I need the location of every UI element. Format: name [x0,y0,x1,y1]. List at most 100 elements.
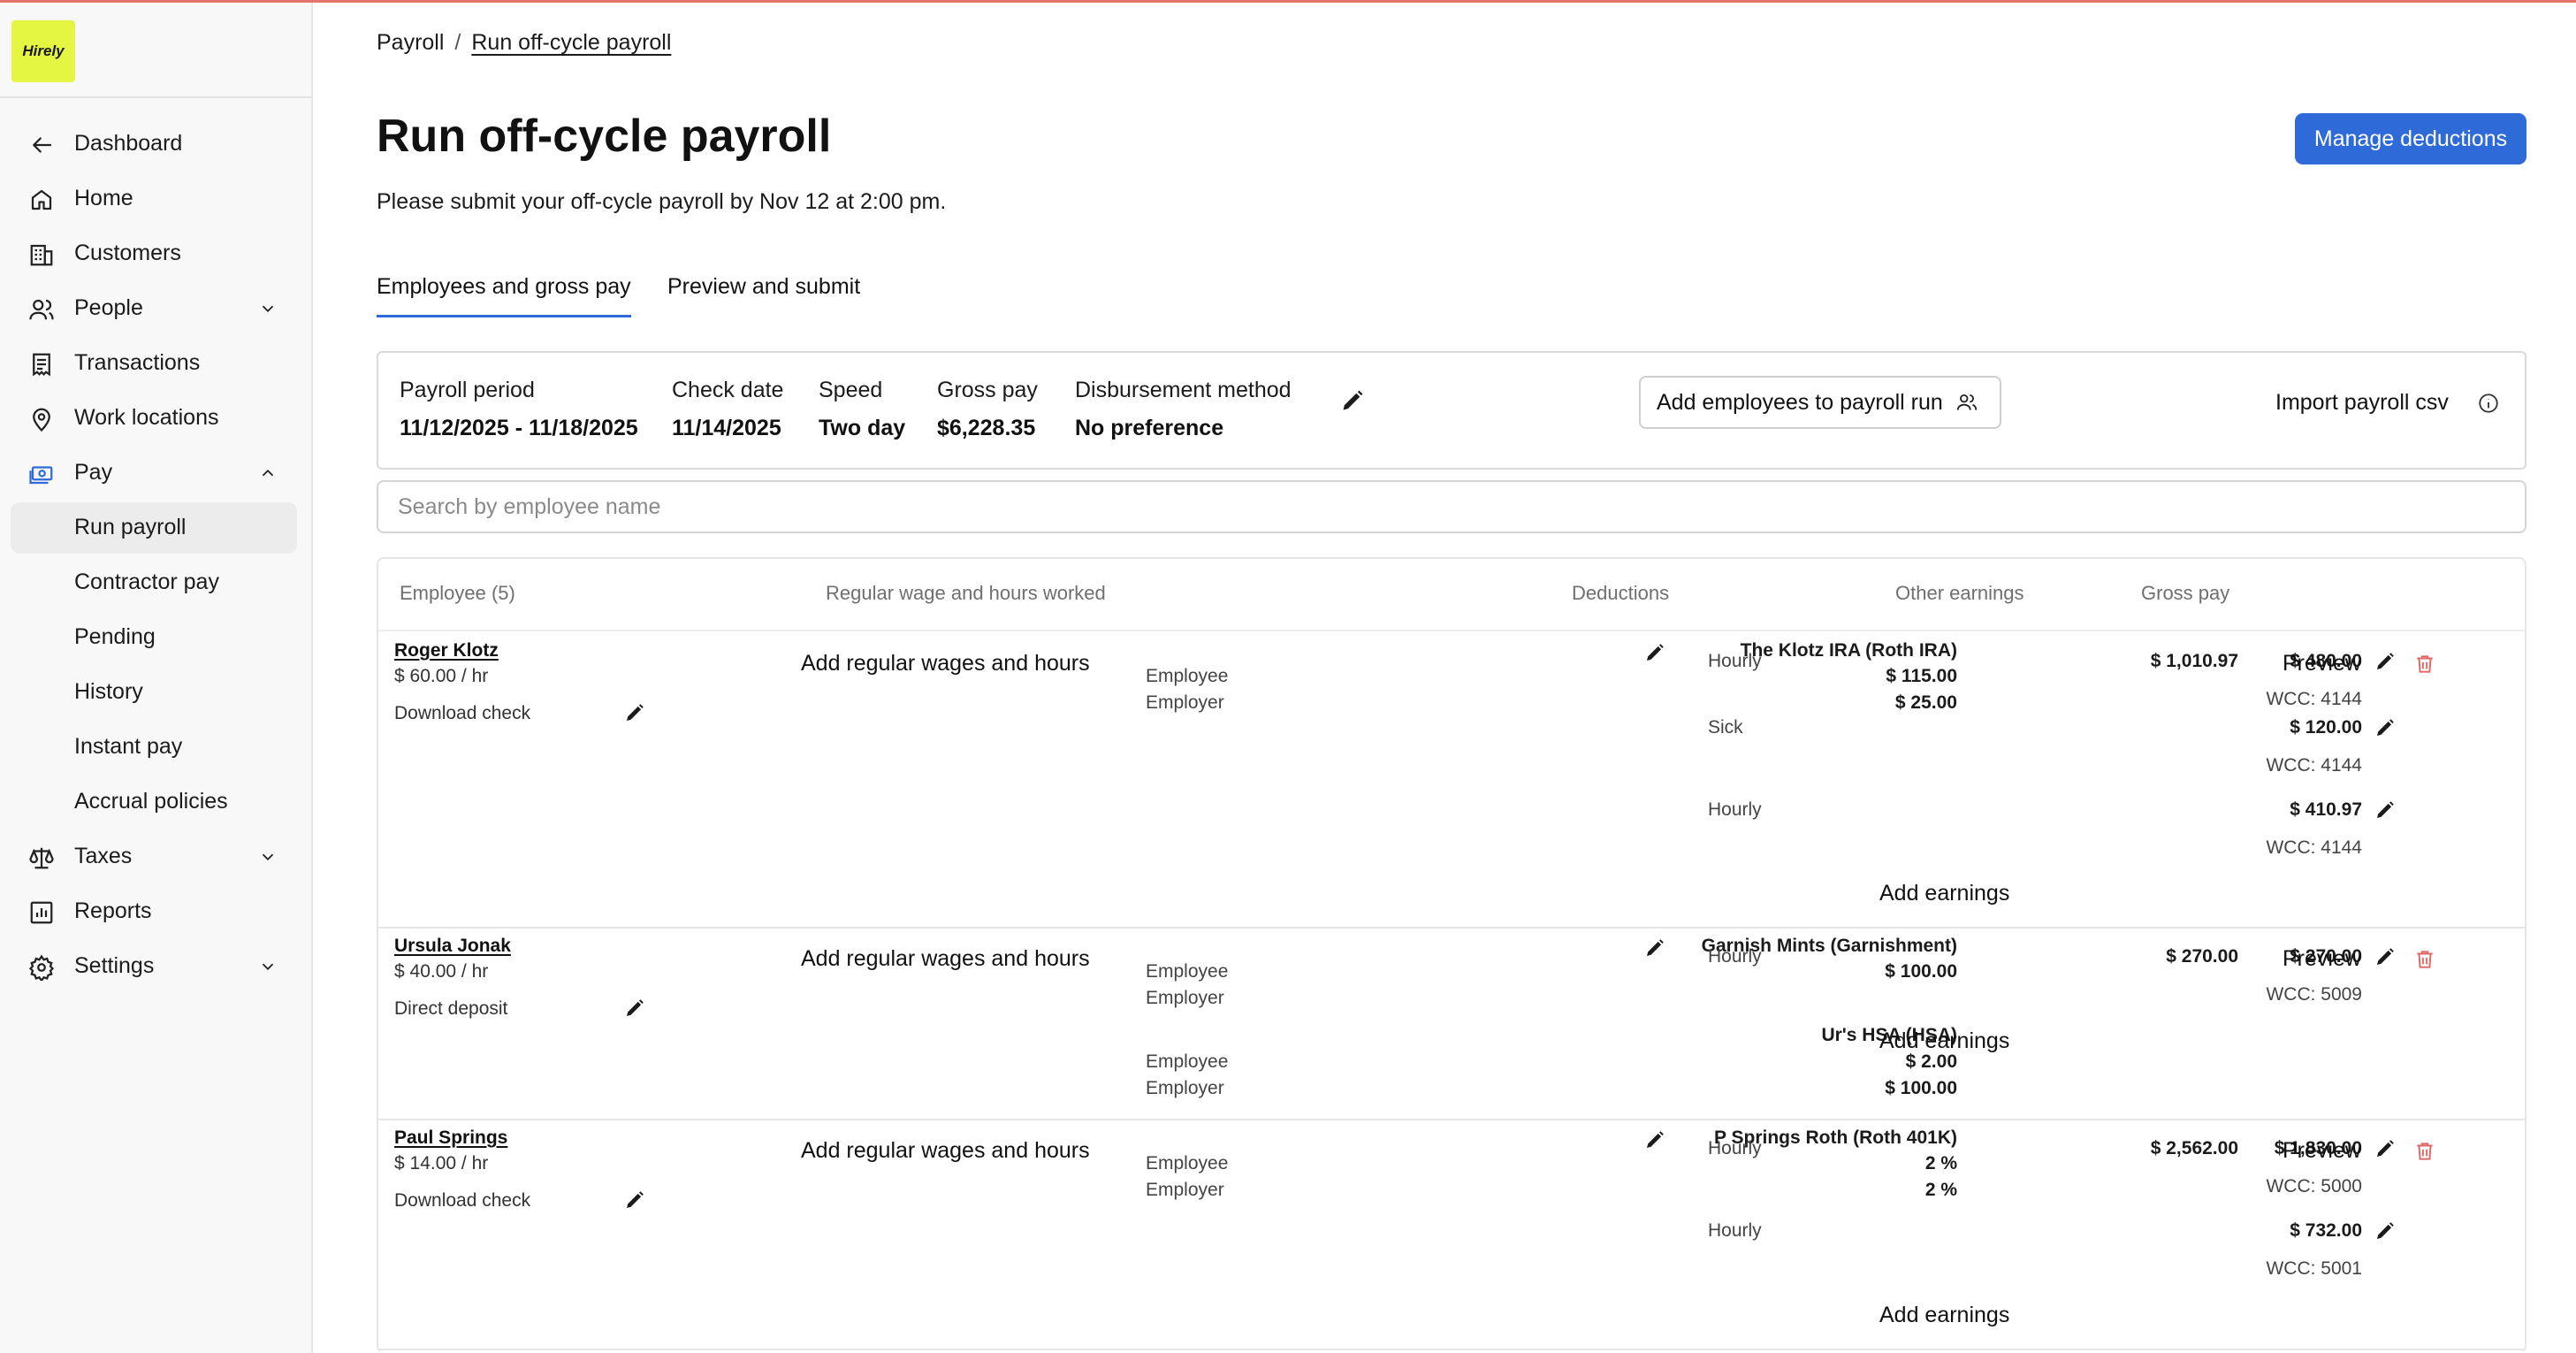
add-earnings-link[interactable]: Add earnings [1879,1303,2009,1328]
row-gross-pay: $ 2,562.00 [2150,1138,2238,1158]
preview-link[interactable]: Preview [2283,651,2361,676]
sidebar-item-people[interactable]: People [11,283,297,334]
earning-type: Hourly [1708,946,1762,967]
sidebar-item-home[interactable]: Home [11,173,297,225]
info-icon[interactable] [2477,392,2500,415]
edit-disbursement-pencil-icon[interactable] [1340,388,1365,413]
sidebar-item-customers[interactable]: Customers [11,228,297,279]
deduction-employer-value: $ 25.00 [1894,692,1957,713]
check-date-label: Check date [672,378,784,402]
edit-payment-pencil-icon[interactable] [624,702,645,723]
disbursement-method: Disbursement method No preference [1075,378,1292,441]
edit-deduction-pencil-icon[interactable] [1644,937,1665,959]
add-earnings-link[interactable]: Add earnings [1879,881,2009,906]
earning-type: Hourly [1708,1138,1762,1158]
sidebar-item-dashboard[interactable]: Dashboard [11,118,297,170]
sidebar-item-label: Taxes [74,844,133,868]
deduction-employee-label: Employee [1146,666,1229,686]
header-divider [378,630,2525,631]
edit-earning-pencil-icon[interactable] [2374,1138,2396,1159]
trash-icon[interactable] [2413,653,2436,676]
sidebar-item-accrual-policies[interactable]: Accrual policies [11,776,297,828]
breadcrumb-separator: / [454,30,461,55]
edit-earning-pencil-icon[interactable] [2374,651,2396,672]
sidebar-item-history[interactable]: History [11,667,297,718]
tab-preview-submit[interactable]: Preview and submit [667,274,860,300]
money-icon [29,466,53,485]
sidebar-item-label: Pending [74,624,156,649]
breadcrumb: Payroll / Run off-cycle payroll [377,30,671,56]
add-regular-wages-link[interactable]: Add regular wages and hours [801,1138,1090,1164]
sidebar-item-label: People [74,295,143,320]
header-regular: Regular wage and hours worked [826,582,1106,604]
chevron-down-icon [262,963,274,971]
sidebar-item-pay[interactable]: Pay [11,447,297,499]
header-employee: Employee (5) [400,582,515,604]
add-people-icon [1956,394,1978,410]
sidebar-item-taxes[interactable]: Taxes [11,831,297,883]
header-deductions: Deductions [1572,582,1670,604]
deduction-employee-value: $ 100.00 [1885,961,1957,982]
add-employees-button[interactable]: Add employees to payroll run [1639,376,2001,429]
employee-rate: $ 40.00 / hr [394,961,489,982]
trash-icon[interactable] [2413,1140,2436,1163]
deduction-employee-label: Employee [1146,1153,1229,1173]
disbursement-value: No preference [1075,416,1224,440]
earning-wcc: WCC: 5000 [2266,1176,2362,1196]
edit-earning-pencil-icon[interactable] [2374,1220,2396,1242]
sidebar-item-reports[interactable]: Reports [11,886,297,937]
employee-name[interactable]: Paul Springs [394,1128,507,1149]
preview-link[interactable]: Preview [2283,946,2361,972]
add-employees-label: Add employees to payroll run [1657,389,1943,415]
edit-payment-pencil-icon[interactable] [624,998,645,1019]
sidebar-item-label: History [74,679,143,704]
deduction-employer-label: Employer [1146,1078,1224,1098]
sidebar-item-instant-pay[interactable]: Instant pay [11,722,297,773]
add-earnings-link[interactable]: Add earnings [1879,1028,2009,1054]
earning-wcc: WCC: 5001 [2266,1258,2362,1279]
edit-earning-pencil-icon[interactable] [2374,946,2396,967]
earning-type: Hourly [1708,651,1762,671]
breadcrumb-current[interactable]: Run off-cycle payroll [471,30,671,55]
edit-payment-pencil-icon[interactable] [624,1189,645,1211]
breadcrumb-root[interactable]: Payroll [377,30,444,55]
earning-type: Hourly [1708,1220,1762,1241]
manage-deductions-button[interactable]: Manage deductions [2295,113,2526,164]
import-csv-label: Import payroll csv [2275,390,2449,415]
sidebar-item-label: Pay [74,460,113,485]
sidebar-item-contractor-pay[interactable]: Contractor pay [11,557,297,608]
speed-value: Two day [819,416,906,440]
row-divider [378,1119,2525,1120]
sidebar-item-label: Reports [74,898,152,923]
gear-icon [28,954,55,981]
edit-deduction-pencil-icon[interactable] [1644,1129,1665,1150]
import-payroll-csv[interactable]: Import payroll csv [2275,390,2498,416]
row-gross-pay: $ 1,010.97 [2150,651,2238,671]
sidebar-item-label: Run payroll [74,515,187,539]
earning-type: Hourly [1708,799,1762,820]
employee-name[interactable]: Roger Klotz [394,640,499,661]
add-regular-wages-link[interactable]: Add regular wages and hours [801,946,1090,972]
deduction-employee-label: Employee [1146,961,1229,982]
sidebar-item-run-payroll[interactable]: Run payroll [11,502,297,554]
sidebar-item-transactions[interactable]: Transactions [11,338,297,389]
deduction-name: The Klotz IRA (Roth IRA) [1740,640,1957,661]
add-regular-wages-link[interactable]: Add regular wages and hours [801,651,1090,676]
edit-deduction-pencil-icon[interactable] [1644,642,1665,663]
sidebar-item-work-locations[interactable]: Work locations [11,393,297,444]
preview-link[interactable]: Preview [2283,1138,2361,1164]
sidebar-item-pending[interactable]: Pending [11,612,297,663]
sidebar: Hirely Dashboard Home Customers People T… [0,3,313,1353]
edit-earning-pencil-icon[interactable] [2374,799,2396,821]
employee-name[interactable]: Ursula Jonak [394,936,511,957]
trash-icon[interactable] [2413,948,2436,971]
employee-search-input[interactable] [377,480,2526,533]
sidebar-item-label: Home [74,186,133,210]
sidebar-item-label: Transactions [74,350,201,375]
edit-earning-pencil-icon[interactable] [2374,717,2396,738]
page-subtitle: Please submit your off-cycle payroll by … [377,189,947,214]
sidebar-item-settings[interactable]: Settings [11,941,297,992]
tab-employees-gross-pay[interactable]: Employees and gross pay [377,274,631,317]
logo[interactable]: Hirely [11,20,75,82]
payroll-period: Payroll period 11/12/2025 - 11/18/2025 [400,378,638,441]
